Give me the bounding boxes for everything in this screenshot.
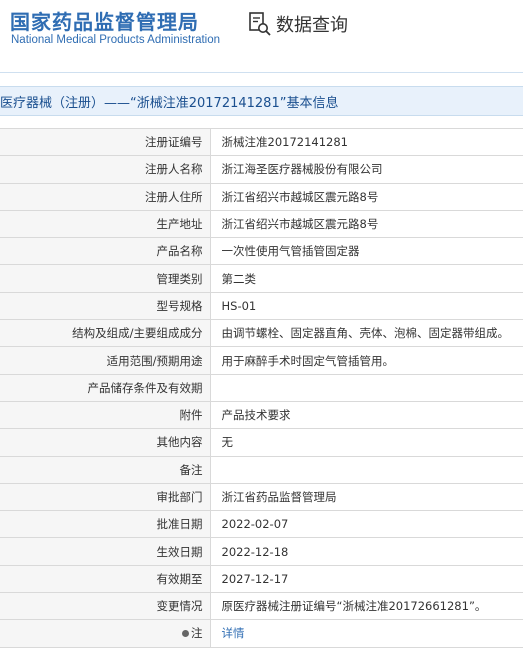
row-label: 型号规格 xyxy=(0,291,211,321)
table-row: 管理类别 第二类 xyxy=(0,264,523,293)
row-label: 注册证编号 xyxy=(0,127,211,157)
row-label: 注册人名称 xyxy=(0,155,211,184)
brand-title-en[interactable]: National Medical Products Administration xyxy=(11,34,220,46)
row-label: 备注 xyxy=(0,455,211,484)
row-value: 浙江省绍兴市越城区震元路8号 xyxy=(210,182,523,211)
note-label-cell: 注 xyxy=(0,619,211,648)
row-label: 批准日期 xyxy=(0,510,211,539)
row-value: 第二类 xyxy=(210,264,523,293)
row-value: 一次性使用气管插管固定器 xyxy=(210,237,523,266)
table-row: 附件 产品技术要求 xyxy=(0,400,523,430)
row-value: 2022-12-18 xyxy=(210,537,523,566)
row-value: HS-01 xyxy=(210,291,523,321)
row-value: 无 xyxy=(210,428,523,457)
table-row: 有效期至 2027-12-17 xyxy=(0,564,523,594)
table-row: 变更情况 原医疗器械注册证编号“浙械注准20172661281”。 xyxy=(0,592,523,621)
table-row: 生效日期 2022-12-18 xyxy=(0,537,523,566)
row-value: 浙江海圣医疗器械股份有限公司 xyxy=(210,155,523,184)
table-row: 注册证编号 浙械注准20172141281 xyxy=(0,127,523,157)
table-row: 型号规格 HS-01 xyxy=(0,291,523,321)
table-row: 注册人住所 浙江省绍兴市越城区震元路8号 xyxy=(0,182,523,211)
table-row: 结构及组成/主要组成成分 由调节螺栓、固定器直角、壳体、泡棉、固定器带组成。 xyxy=(0,319,523,348)
row-label: 适用范围/预期用途 xyxy=(0,346,211,375)
table-row: 产品名称 一次性使用气管插管固定器 xyxy=(0,237,523,266)
row-value: 浙械注准20172141281 xyxy=(210,127,523,157)
row-label: 产品储存条件及有效期 xyxy=(0,373,211,402)
row-value: 2022-02-07 xyxy=(210,510,523,539)
row-label: 有效期至 xyxy=(0,564,211,594)
row-label: 产品名称 xyxy=(0,237,211,266)
row-value: 浙江省药品监督管理局 xyxy=(210,482,523,512)
row-label: 审批部门 xyxy=(0,482,211,512)
details-link[interactable]: 详情 xyxy=(222,626,245,640)
note-row: 注 详情 xyxy=(0,619,523,648)
pin-icon xyxy=(182,630,189,638)
table-row: 适用范围/预期用途 用于麻醉手术时固定气管插管用。 xyxy=(0,346,523,375)
header-divider xyxy=(0,72,523,73)
data-query-label: 数据查询 xyxy=(276,15,348,36)
record-title-bar: 医疗器械（注册）——“浙械注准20172141281”基本信息 xyxy=(0,86,523,116)
row-label: 生产地址 xyxy=(0,209,211,239)
table-row: 其他内容无 xyxy=(0,428,523,457)
row-value: 浙江省绍兴市越城区震元路8号 xyxy=(210,209,523,239)
table-row: 注册人名称 浙江海圣医疗器械股份有限公司 xyxy=(0,155,523,184)
site-header: 国家药品监督管理局 National Medical Products Admi… xyxy=(0,0,523,72)
table-row: 审批部门 浙江省药品监督管理局 xyxy=(0,482,523,512)
row-label: 注册人住所 xyxy=(0,182,211,211)
table-row: 备注 xyxy=(0,455,523,484)
table-row: 生产地址 浙江省绍兴市越城区震元路8号 xyxy=(0,209,523,239)
row-value xyxy=(210,455,523,484)
device-info-table: 注册证编号 浙械注准20172141281 注册人名称 浙江海圣医疗器械股份有限公司注… xyxy=(0,127,523,648)
table-row: 批准日期 2022-02-07 xyxy=(0,510,523,539)
row-label: 变更情况 xyxy=(0,592,211,621)
row-label: 其他内容 xyxy=(0,428,211,457)
table-row: 产品储存条件及有效期 xyxy=(0,373,523,402)
note-value-cell: 详情 xyxy=(210,619,523,648)
row-value: 产品技术要求 xyxy=(210,400,523,430)
row-value: 原医疗器械注册证编号“浙械注准20172661281”。 xyxy=(210,592,523,621)
data-query-link[interactable]: 数据查询 xyxy=(248,10,348,38)
search-document-icon xyxy=(249,12,271,36)
row-value: 由调节螺栓、固定器直角、壳体、泡棉、固定器带组成。 xyxy=(210,319,523,348)
row-value: 2027-12-17 xyxy=(210,564,523,594)
record-title: 医疗器械（注册）——“浙械注准20172141281”基本信息 xyxy=(0,96,339,111)
row-label: 生效日期 xyxy=(0,537,211,566)
row-label: 管理类别 xyxy=(0,264,211,293)
row-value xyxy=(210,373,523,402)
row-label: 结构及组成/主要组成成分 xyxy=(0,319,211,348)
row-value: 用于麻醉手术时固定气管插管用。 xyxy=(210,346,523,375)
note-label: 注 xyxy=(191,626,203,641)
brand-title-cn[interactable]: 国家药品监督管理局 xyxy=(10,6,199,35)
row-label: 附件 xyxy=(0,400,211,430)
